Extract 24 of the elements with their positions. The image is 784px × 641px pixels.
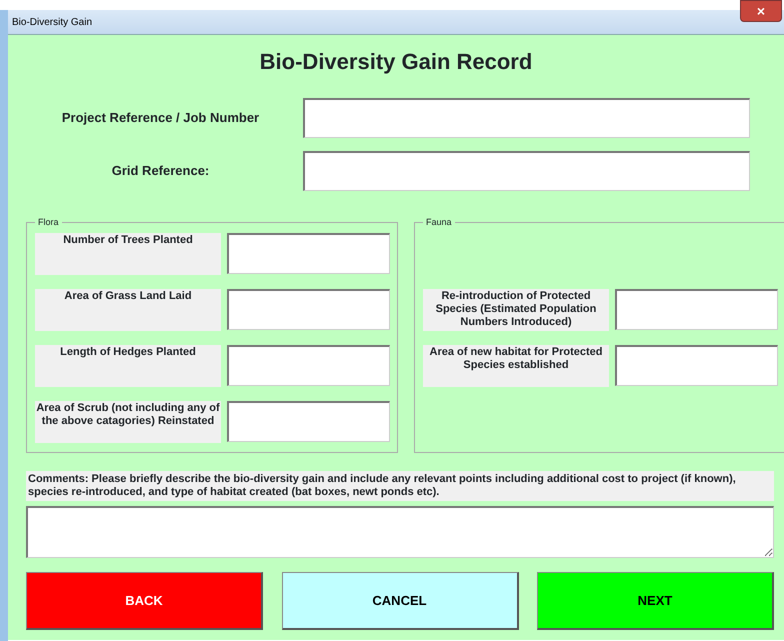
form-button[interactable]: NEXT <box>537 572 774 630</box>
form-button[interactable]: BACK <box>26 572 263 630</box>
field-label: Length of Hedges Planted <box>35 345 221 387</box>
text-field[interactable] <box>615 289 778 330</box>
close-button[interactable]: × <box>740 0 782 22</box>
field-label: Project Reference / Job Number <box>60 108 260 127</box>
form-button[interactable]: CANCEL <box>282 572 518 630</box>
field-label: Re-introduction of Protected Species (Estimated Population Numbers Introduced) <box>423 289 609 331</box>
text-field[interactable] <box>303 150 750 190</box>
text-field[interactable] <box>303 98 750 138</box>
form-title: Bio-Diversity Gain Record <box>258 48 534 76</box>
window-title: Bio-Diversity Gain <box>12 16 92 30</box>
field-label: Area of new habitat for Protected Species established <box>423 345 609 387</box>
field-label: Area of Grass Land Laid <box>35 289 221 331</box>
text-field[interactable] <box>227 345 390 386</box>
text-field[interactable] <box>615 345 778 386</box>
text-field[interactable] <box>227 401 390 442</box>
comments-label: Comments: Please briefly describe the bio-diversity gain and include any relevant points including additional cost to project (if known), species re-introduced, and type of habitat created (bat boxes, newt ponds etc). <box>26 471 774 502</box>
text-field[interactable] <box>227 289 390 330</box>
field-label: Grid Reference: <box>110 162 210 180</box>
field-label: Area of Scrub (not including any of the above catagories) Reinstated <box>35 401 221 443</box>
comments-field[interactable] <box>26 506 774 558</box>
text-field[interactable] <box>227 233 390 274</box>
field-label: Number of Trees Planted <box>35 233 221 275</box>
